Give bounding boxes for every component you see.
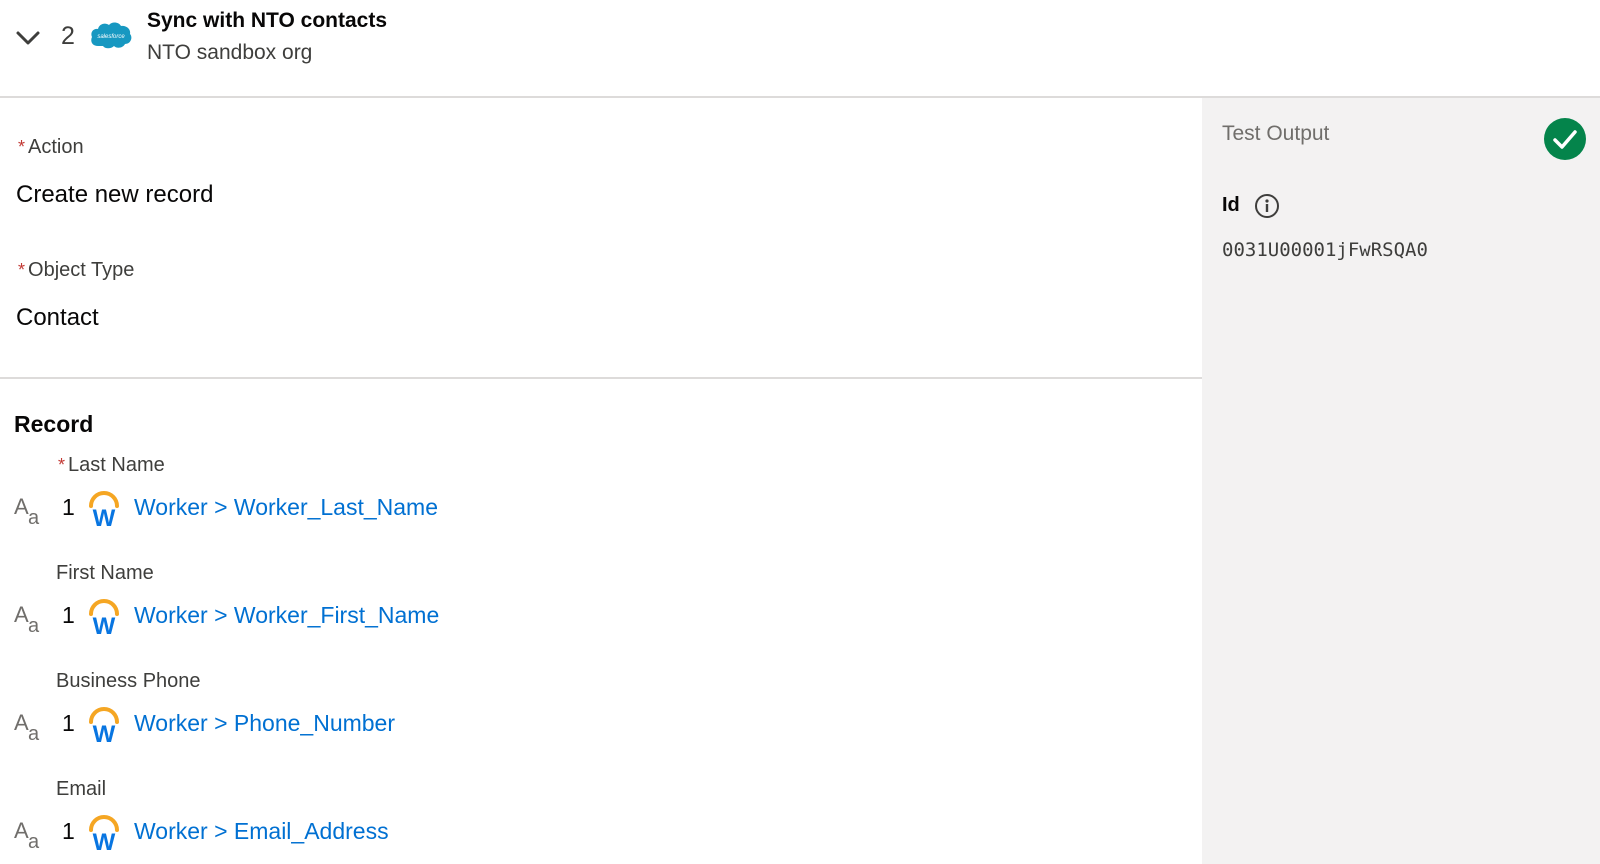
mapped-value[interactable]: Worker > Phone_Number bbox=[134, 710, 395, 737]
step-header: 2 salesforce Sync with NTO contacts NTO … bbox=[0, 0, 1600, 98]
text-type-icon: Aa bbox=[14, 710, 40, 745]
mapped-value[interactable]: Worker > Email_Address bbox=[134, 818, 389, 845]
step-subtitle: NTO sandbox org bbox=[147, 41, 313, 64]
svg-text:W: W bbox=[93, 613, 116, 636]
check-circle-icon bbox=[1544, 118, 1586, 160]
field-row-email[interactable]: Aa 1 W Worker > Email_Address bbox=[0, 815, 600, 858]
field-row-business-phone[interactable]: Aa 1 W Worker > Phone_Number bbox=[0, 707, 600, 750]
text-type-icon: Aa bbox=[14, 818, 40, 853]
test-output-title: Test Output bbox=[1222, 122, 1330, 145]
svg-text:salesforce: salesforce bbox=[97, 34, 125, 40]
svg-text:W: W bbox=[93, 721, 116, 744]
step-number: 2 bbox=[61, 22, 75, 50]
mapped-value[interactable]: Worker > Worker_Last_Name bbox=[134, 494, 438, 521]
pill-count: 1 bbox=[62, 494, 75, 520]
salesforce-logo: salesforce bbox=[91, 22, 132, 49]
field-label-email: Email bbox=[56, 778, 107, 800]
field-row-first-name[interactable]: Aa 1 W Worker > Worker_First_Name bbox=[0, 599, 600, 642]
svg-text:W: W bbox=[93, 829, 116, 852]
workday-logo: W bbox=[89, 815, 119, 852]
field-row-last-name[interactable]: Aa 1 W Worker > Worker_Last_Name bbox=[0, 491, 600, 534]
required-mark: * bbox=[58, 455, 66, 475]
mapped-value[interactable]: Worker > Worker_First_Name bbox=[134, 602, 439, 629]
info-icon[interactable] bbox=[1254, 193, 1280, 219]
pill-count: 1 bbox=[62, 818, 75, 844]
id-value: 0031U00001jFwRSQA0 bbox=[1222, 239, 1428, 261]
object-type-value[interactable]: Contact bbox=[16, 304, 99, 332]
workday-logo: W bbox=[89, 491, 119, 528]
workday-logo: W bbox=[89, 599, 119, 636]
step-title: Sync with NTO contacts bbox=[147, 9, 387, 32]
pill-count: 1 bbox=[62, 602, 75, 628]
record-section-title: Record bbox=[14, 411, 94, 437]
text-type-icon: Aa bbox=[14, 602, 40, 637]
id-label: Id bbox=[1222, 194, 1240, 216]
object-type-label: * Object Type bbox=[18, 259, 135, 281]
pill-count: 1 bbox=[62, 710, 75, 736]
required-mark: * bbox=[18, 137, 26, 157]
test-output-panel: Test Output Id 0031U00001jFwRSQA0 bbox=[1202, 98, 1600, 864]
field-label-last-name: * Last Name bbox=[58, 454, 165, 476]
action-value[interactable]: Create new record bbox=[16, 181, 213, 209]
action-label: * Action bbox=[18, 136, 84, 158]
field-label-business-phone: Business Phone bbox=[56, 670, 201, 692]
svg-text:W: W bbox=[93, 505, 116, 528]
required-mark: * bbox=[18, 260, 26, 280]
chevron-down-icon[interactable] bbox=[14, 26, 42, 50]
section-divider bbox=[0, 377, 1202, 379]
workday-logo: W bbox=[89, 707, 119, 744]
field-label-first-name: First Name bbox=[56, 562, 154, 584]
text-type-icon: Aa bbox=[14, 494, 40, 529]
